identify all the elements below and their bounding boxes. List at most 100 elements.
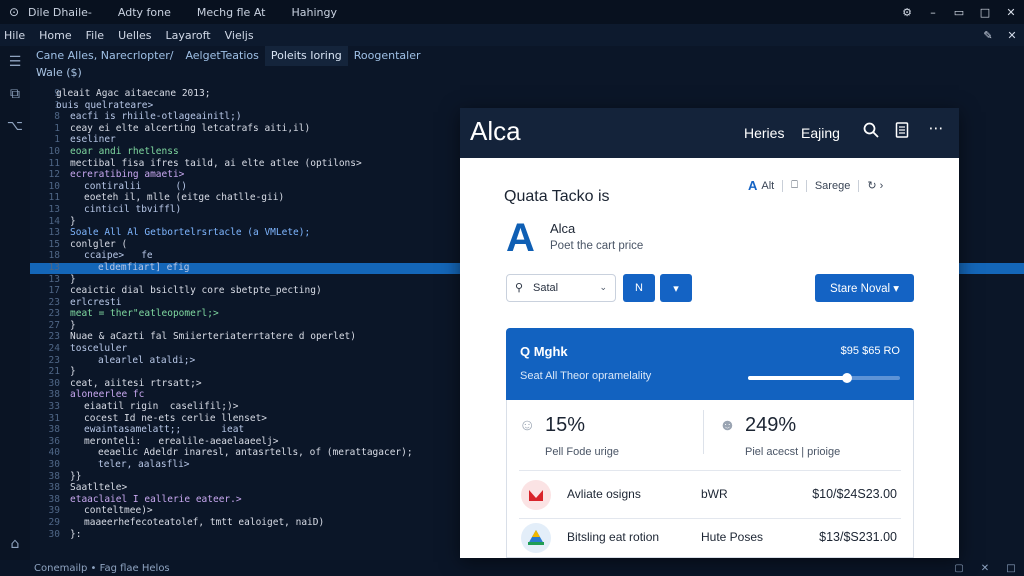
- code-line[interactable]: 13 cinticil tbviffl): [30, 204, 460, 216]
- code-line[interactable]: 40 eeaelic Adeldr inaresl, antasrtells, o…: [30, 447, 460, 459]
- code-line[interactable]: 15 conlgler (: [30, 239, 460, 251]
- restore-icon[interactable]: ▭: [946, 6, 972, 19]
- code-editor[interactable]: 9 gleait Agac aitaecane 2013; 1 ouis quelra…: [30, 88, 460, 558]
- code-line[interactable]: 12 ecreratibing amaeti>: [30, 169, 460, 181]
- line-number: 23: [48, 308, 60, 320]
- code-line[interactable]: 14}: [30, 216, 460, 228]
- brand-logo[interactable]: Alca: [470, 116, 521, 147]
- line-number: 38: [48, 470, 60, 482]
- code-line[interactable]: 9 gleait Agac aitaecane 2013;: [30, 88, 460, 100]
- code-line[interactable]: 11 mectibal fisa ifres taild, ai elte atl…: [30, 158, 460, 170]
- menu-item-layout[interactable]: Layaroft: [166, 29, 211, 42]
- title-menu-4[interactable]: Hahingy: [291, 6, 337, 19]
- extensions-icon[interactable]: ⧉: [0, 78, 30, 110]
- person-icon: ☻: [719, 417, 736, 434]
- code-line[interactable]: 30 ceat, aiitesi rtrsatt;>: [30, 378, 460, 390]
- tab-poleits-ioring[interactable]: Poleits Ioring: [264, 46, 348, 66]
- status-close-icon[interactable]: ✕: [972, 563, 998, 574]
- code-text: }: [70, 273, 76, 285]
- slider-handle[interactable]: [841, 373, 852, 383]
- code-line[interactable]: 38 Saatltele>: [30, 482, 460, 494]
- menu-item-home[interactable]: Home: [39, 29, 71, 42]
- nav-link-eajing[interactable]: Eajing: [801, 125, 840, 141]
- code-line[interactable]: 13}: [30, 274, 460, 286]
- code-line[interactable]: 18 ccaipe> fe: [30, 250, 460, 262]
- tab-roogentaler[interactable]: Roogentaler: [348, 46, 427, 66]
- nav-link-heries[interactable]: Heries: [744, 125, 784, 141]
- code-line[interactable]: 36 meronteli: erealile-aeaelaaeelj>: [30, 436, 460, 448]
- tab-aelget[interactable]: AelgetTeatios: [179, 46, 264, 66]
- divider: [805, 179, 807, 192]
- menu-item-file[interactable]: File: [86, 29, 104, 42]
- explorer-icon[interactable]: ☰: [0, 46, 30, 78]
- close-panel-icon[interactable]: ✕: [1000, 29, 1024, 42]
- code-line[interactable]: 21}: [30, 366, 460, 378]
- code-line[interactable]: 30 teler, aalasfli>: [30, 459, 460, 471]
- stat-label: Pell Fode urige: [545, 446, 619, 458]
- code-line[interactable]: 38 aloneerlee fc: [30, 389, 460, 401]
- primary-action-button[interactable]: Stare Noval ▾: [815, 274, 914, 302]
- split-dropdown-button[interactable]: ▾: [660, 274, 692, 302]
- refresh-icon[interactable]: ↻ ›: [867, 179, 883, 192]
- feedback-icon[interactable]: □: [998, 563, 1024, 574]
- save-link[interactable]: Sarege: [815, 180, 850, 192]
- code-line[interactable]: 11 eoeteh il, mlle (eitge chatlle-gii): [30, 192, 460, 204]
- code-line[interactable]: 1 ceay ei elte alcerting letcatrafs aiti,…: [30, 123, 460, 135]
- menu-item-view[interactable]: Vieljs: [225, 29, 254, 42]
- line-number: 8: [54, 111, 60, 123]
- pencil-icon[interactable]: ✎: [976, 29, 1000, 42]
- code-text: contiralii (): [84, 180, 187, 192]
- code-line[interactable]: 30}:: [30, 529, 460, 541]
- code-line[interactable]: 23 erlcresti: [30, 297, 460, 309]
- minimize-icon[interactable]: –: [920, 6, 946, 19]
- notifications-icon[interactable]: ▢: [946, 563, 972, 574]
- menu-item-hile[interactable]: Hile: [4, 29, 25, 42]
- code-line[interactable]: 33 eiaatil rigin caselifil;)>: [30, 401, 460, 413]
- all-link[interactable]: Alt: [761, 180, 774, 192]
- code-line[interactable]: 1 eseliner: [30, 134, 460, 146]
- search-icon[interactable]: [861, 122, 881, 142]
- tab-cane-alles[interactable]: Cane Alles, Narecrlopter/: [30, 46, 179, 66]
- code-line[interactable]: 38}}: [30, 471, 460, 483]
- code-line[interactable]: 10 eoar andi rhetlenss: [30, 146, 460, 158]
- filter-select[interactable]: ⚲ Satal ⌄: [506, 274, 616, 302]
- code-line[interactable]: 38 ewaintasamelatt;; ieat: [30, 424, 460, 436]
- toolbar-links: A Alt ⎕ Sarege ↻ ›: [748, 178, 883, 193]
- split-button[interactable]: N: [623, 274, 655, 302]
- title-menu-2[interactable]: Adty fone: [118, 6, 171, 19]
- bookmark-icon[interactable]: ⎕: [791, 179, 798, 192]
- code-line[interactable]: 27}: [30, 320, 460, 332]
- code-line[interactable]: 31 cocest Id ne-ets cerlie llenset>: [30, 413, 460, 425]
- code-line[interactable]: 23 alearlel ataldi;>: [30, 355, 460, 367]
- code-text: Nuae & aCazti fal Smiierteriaterrtatere …: [70, 331, 356, 343]
- more-options-icon[interactable]: ⋯: [926, 119, 946, 139]
- code-text: tosceluler: [70, 343, 128, 355]
- progress-slider[interactable]: [748, 373, 900, 383]
- code-line[interactable]: 23 Nuae & aCazti fal Smiierteriaterrtater…: [30, 331, 460, 343]
- code-line[interactable]: 39 conteltmee)>: [30, 505, 460, 517]
- code-line[interactable]: 13 eldemfiart] efig: [30, 262, 460, 274]
- document-icon[interactable]: [892, 122, 912, 142]
- code-line[interactable]: 13 Soale All Al Getbortelrsrtacle (a VMLe…: [30, 227, 460, 239]
- section-title: Quata Tacko is: [504, 188, 610, 205]
- list-item[interactable]: Bitsling eat rotion Hute Poses $13/$S231…: [519, 519, 901, 557]
- title-menu-1[interactable]: Dile Dhaile-: [28, 6, 92, 19]
- menu-item-uelles[interactable]: Uelles: [118, 29, 151, 42]
- source-control-icon[interactable]: ⌥: [0, 110, 30, 142]
- code-line[interactable]: 17 ceaictic dial bsicltly core sbetpte_pe…: [30, 285, 460, 297]
- account-icon[interactable]: ⌂: [0, 528, 30, 560]
- code-line[interactable]: 38 etaaclaiel I eallerie eateer.>: [30, 494, 460, 506]
- list-item[interactable]: Avliate osigns bWR $10/$24S23.00: [519, 476, 901, 514]
- code-line[interactable]: 29 maaeerhefecoteatolef, tmtt ealoiget, n…: [30, 517, 460, 529]
- maximize-icon[interactable]: □: [972, 6, 998, 19]
- app-window: Alca Heries Eajing ⋯ A Alt ⎕ Sarege ↻ › …: [460, 108, 959, 558]
- code-line[interactable]: 1 ouis quelrateare>: [30, 100, 460, 112]
- text-format-icon[interactable]: A: [748, 178, 757, 193]
- code-line[interactable]: 24 tosceluler: [30, 343, 460, 355]
- code-line[interactable]: 8 eacfi is rhiile-otlageainitl;): [30, 111, 460, 123]
- settings-icon[interactable]: ⚙: [894, 6, 920, 19]
- code-line[interactable]: 23 meat = ther"eatleopomerl;>: [30, 308, 460, 320]
- close-icon[interactable]: ✕: [998, 6, 1024, 19]
- title-menu-3[interactable]: Mechg fle At: [197, 6, 266, 19]
- code-line[interactable]: 10 contiralii (): [30, 181, 460, 193]
